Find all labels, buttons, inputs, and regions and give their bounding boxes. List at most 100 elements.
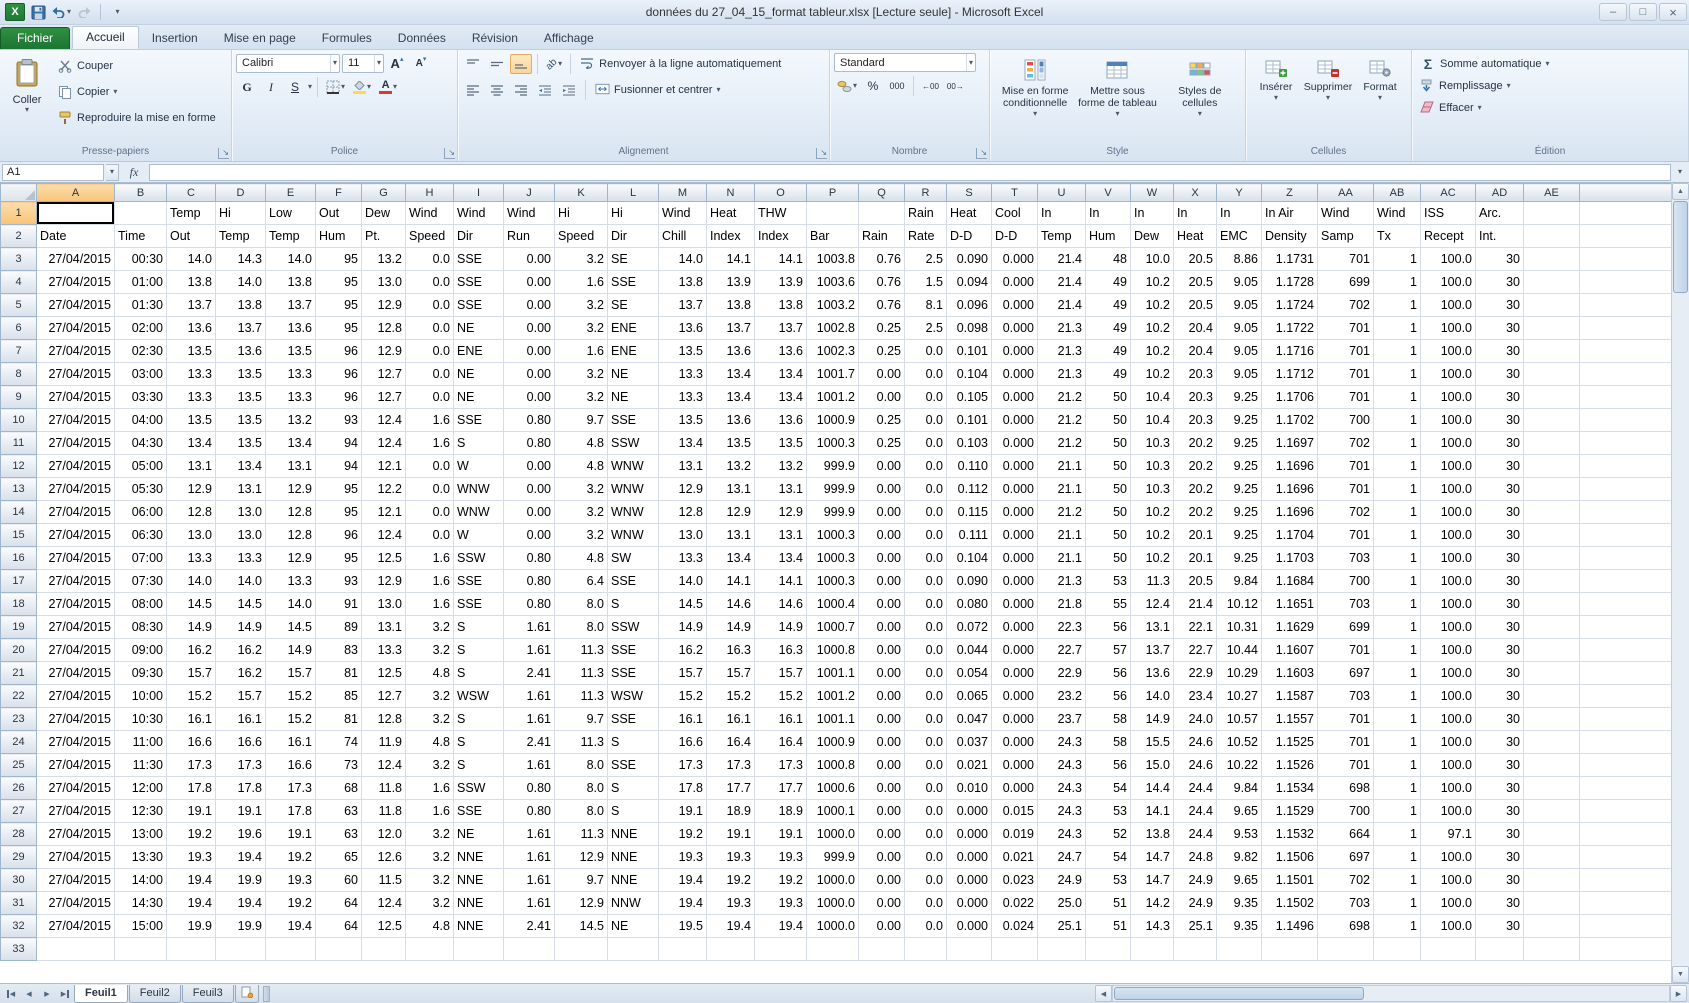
cell-K19[interactable]: 8.0 [555,616,608,639]
decrease-decimal-button[interactable]: 00→ [944,76,967,96]
cell-O26[interactable]: 17.7 [755,777,807,800]
cell-C13[interactable]: 12.9 [167,478,216,501]
cell-V9[interactable]: 50 [1086,386,1131,409]
cell-F27[interactable]: 63 [316,800,362,823]
cell-O7[interactable]: 13.6 [755,340,807,363]
cell-Q26[interactable]: 0.00 [859,777,905,800]
cell-D1[interactable]: Hi [216,202,266,225]
cell-AC17[interactable]: 100.0 [1421,570,1476,593]
cell-A7[interactable]: 27/04/2015 [37,340,115,363]
cell-P14[interactable]: 999.9 [807,501,859,524]
cell-U3[interactable]: 21.4 [1038,248,1086,271]
cell-L25[interactable]: SSE [608,754,659,777]
cell-I9[interactable]: NE [454,386,504,409]
cell-T29[interactable]: 0.021 [992,846,1038,869]
cell-J3[interactable]: 0.00 [504,248,555,271]
cell-A1[interactable] [37,202,115,225]
cell-AC32[interactable]: 100.0 [1421,915,1476,938]
cell-H27[interactable]: 1.6 [406,800,454,823]
font-name-select[interactable]: Calibri [236,54,340,73]
column-header-E[interactable]: E [266,184,316,202]
cell-C8[interactable]: 13.3 [167,363,216,386]
cell-AD5[interactable]: 30 [1476,294,1524,317]
cell-M3[interactable]: 14.0 [659,248,707,271]
cell-R32[interactable]: 0.0 [905,915,947,938]
tab-donnees[interactable]: Données [385,28,459,49]
cell-AE30[interactable] [1524,869,1580,892]
cell-P4[interactable]: 1003.6 [807,271,859,294]
row-header-5[interactable]: 5 [1,294,37,317]
scroll-right-button[interactable] [1670,985,1687,1002]
cell-AE7[interactable] [1524,340,1580,363]
cell-A3[interactable]: 27/04/2015 [37,248,115,271]
font-color-button[interactable]: A [376,77,400,97]
cell-F24[interactable]: 74 [316,731,362,754]
cell-D29[interactable]: 19.4 [216,846,266,869]
fill-button[interactable]: Remplissage [1416,75,1684,97]
cell-X2[interactable]: Heat [1174,225,1217,248]
cell-M16[interactable]: 13.3 [659,547,707,570]
cell-AE19[interactable] [1524,616,1580,639]
cell-AD13[interactable]: 30 [1476,478,1524,501]
cell-K32[interactable]: 14.5 [555,915,608,938]
row-header-10[interactable]: 10 [1,409,37,432]
cell-Y15[interactable]: 9.25 [1217,524,1262,547]
cell-AA6[interactable]: 701 [1318,317,1374,340]
cell-E17[interactable]: 13.3 [266,570,316,593]
cell-T8[interactable]: 0.000 [992,363,1038,386]
customize-qat-button[interactable] [107,2,127,22]
cell-X7[interactable]: 20.4 [1174,340,1217,363]
undo-button[interactable] [51,2,71,22]
cell-V19[interactable]: 56 [1086,616,1131,639]
cell-P13[interactable]: 999.9 [807,478,859,501]
cell-R2[interactable]: Rate [905,225,947,248]
cell-W24[interactable]: 15.5 [1131,731,1174,754]
cell-AA2[interactable]: Samp [1318,225,1374,248]
cell-V4[interactable]: 49 [1086,271,1131,294]
cell-U33[interactable] [1038,938,1086,961]
cell-F12[interactable]: 94 [316,455,362,478]
tab-formules[interactable]: Formules [309,28,385,49]
cell-AE2[interactable] [1524,225,1580,248]
cell-C14[interactable]: 12.8 [167,501,216,524]
percent-button[interactable]: % [862,76,884,96]
cell-J9[interactable]: 0.00 [504,386,555,409]
row-header-11[interactable]: 11 [1,432,37,455]
cell-J29[interactable]: 1.61 [504,846,555,869]
cell-E18[interactable]: 14.0 [266,593,316,616]
cell-N27[interactable]: 18.9 [707,800,755,823]
cell-C7[interactable]: 13.5 [167,340,216,363]
row-header-9[interactable]: 9 [1,386,37,409]
cell-Y17[interactable]: 9.84 [1217,570,1262,593]
align-top-button[interactable] [462,54,484,74]
cell-AD8[interactable]: 30 [1476,363,1524,386]
cell-A2[interactable]: Date [37,225,115,248]
cell-T18[interactable]: 0.000 [992,593,1038,616]
cell-M17[interactable]: 14.0 [659,570,707,593]
cell-B18[interactable]: 08:00 [115,593,167,616]
cell-C33[interactable] [167,938,216,961]
cell-D25[interactable]: 17.3 [216,754,266,777]
cell-D7[interactable]: 13.6 [216,340,266,363]
cell-F4[interactable]: 95 [316,271,362,294]
cell-Z5[interactable]: 1.1724 [1262,294,1318,317]
cell-O20[interactable]: 16.3 [755,639,807,662]
cell-A14[interactable]: 27/04/2015 [37,501,115,524]
cell-AC16[interactable]: 100.0 [1421,547,1476,570]
cell-I7[interactable]: ENE [454,340,504,363]
cell-W15[interactable]: 10.2 [1131,524,1174,547]
cell-B22[interactable]: 10:00 [115,685,167,708]
cell-AC22[interactable]: 100.0 [1421,685,1476,708]
cell-V11[interactable]: 50 [1086,432,1131,455]
column-header-M[interactable]: M [659,184,707,202]
cell-Y24[interactable]: 10.52 [1217,731,1262,754]
cell-I11[interactable]: S [454,432,504,455]
cell-AB7[interactable]: 1 [1374,340,1421,363]
cell-AD3[interactable]: 30 [1476,248,1524,271]
cell-W7[interactable]: 10.2 [1131,340,1174,363]
cell-E6[interactable]: 13.6 [266,317,316,340]
cell-AB10[interactable]: 1 [1374,409,1421,432]
cell-AC18[interactable]: 100.0 [1421,593,1476,616]
cell-AA32[interactable]: 698 [1318,915,1374,938]
redo-button[interactable] [74,2,94,22]
